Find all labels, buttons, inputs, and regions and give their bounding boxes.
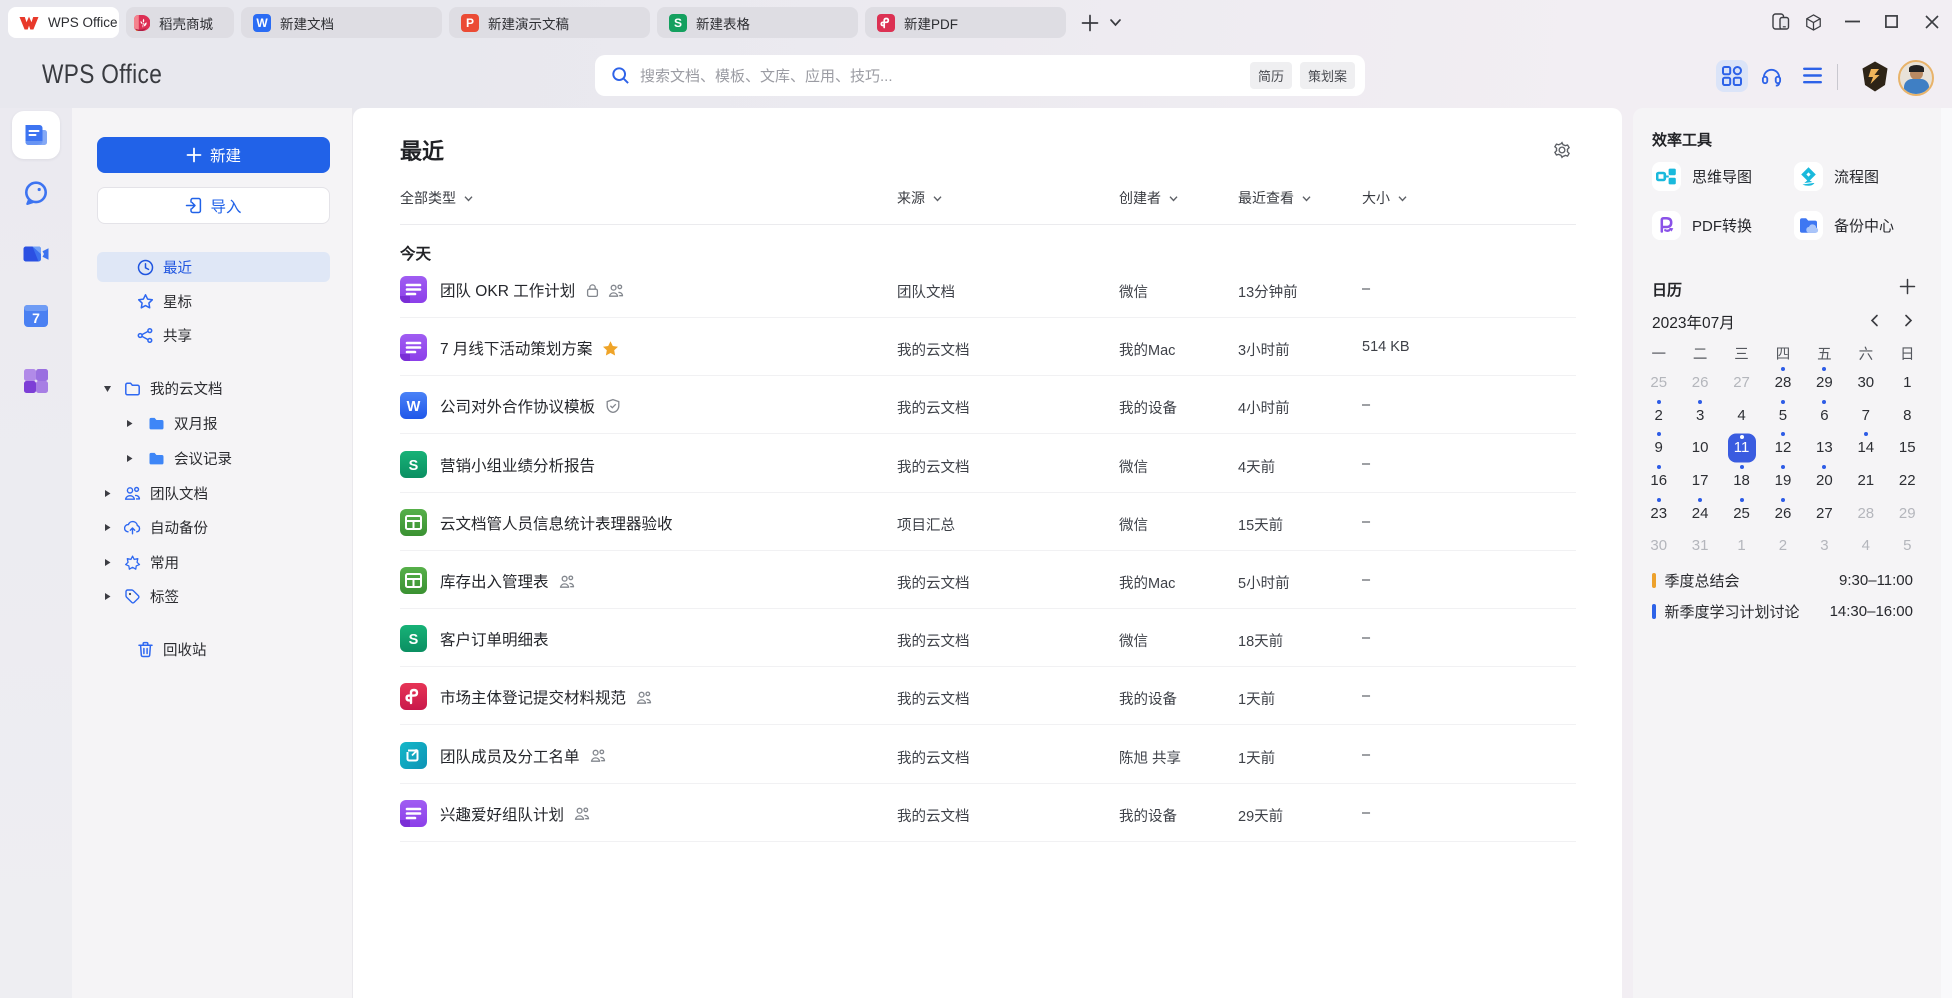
svg-text:7: 7 bbox=[32, 310, 40, 326]
svg-text:S: S bbox=[409, 632, 419, 648]
svg-text:S: S bbox=[409, 458, 419, 474]
svg-text:W: W bbox=[407, 399, 421, 415]
